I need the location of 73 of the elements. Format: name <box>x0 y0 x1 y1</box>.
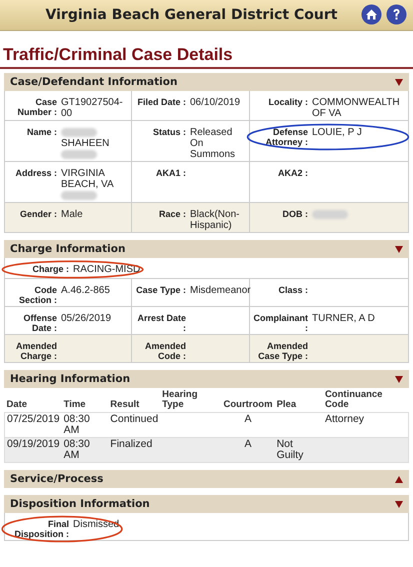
field-label: Final Disposition : <box>14 519 69 539</box>
field-label: Locality : <box>267 97 308 109</box>
field-label: Defense Attorney : <box>264 127 308 147</box>
table-cell: A <box>244 438 252 450</box>
redaction-mark <box>61 150 97 159</box>
field-label: Amended Code : <box>144 341 186 361</box>
field-value: Misdemeanor <box>190 285 251 296</box>
section-header[interactable]: Case/Defendant Information <box>4 73 409 91</box>
field-value: RACING-MISD <box>73 264 140 275</box>
section-header[interactable]: Service/Process <box>4 470 409 488</box>
field-label: Code Section : <box>18 285 57 305</box>
column-header: Continuance Code <box>322 388 408 412</box>
section-title: Service/Process <box>10 473 104 485</box>
table-cell: Finalized <box>110 438 152 450</box>
section-title: Disposition Information <box>10 498 150 510</box>
field-label: AKA1 : <box>154 168 186 178</box>
section-header[interactable]: Hearing Information <box>4 370 409 388</box>
field-label: Filed Date : <box>136 97 186 108</box>
field-value: Male <box>61 209 83 220</box>
redaction-mark <box>312 210 348 219</box>
court-title: Virginia Beach General District Court <box>46 7 338 23</box>
field-label: Offense Date : <box>22 313 57 333</box>
section-title: Case/Defendant Information <box>10 76 178 88</box>
field-value: LOUIE, P J <box>312 127 362 138</box>
table-cell: 09/19/2019 <box>7 438 60 450</box>
redaction-mark <box>61 128 97 137</box>
help-icon[interactable] <box>386 4 407 25</box>
field-label: Charge : <box>31 264 69 275</box>
field-value: VIRGINIA BEACH, VA <box>61 168 115 190</box>
field-label: Race : <box>158 209 186 221</box>
field-label: Name : <box>26 127 57 139</box>
home-icon[interactable] <box>361 4 382 25</box>
section-header[interactable]: Charge Information <box>4 240 409 258</box>
field-label: DOB : <box>282 209 308 220</box>
field-value: TURNER, A D <box>312 313 375 324</box>
field-value: Dismissed <box>73 519 120 530</box>
field-label: Complainant : <box>252 313 308 333</box>
collapse-arrow-icon[interactable] <box>395 500 403 508</box>
field-value: Black(Non-Hispanic) <box>190 209 240 231</box>
column-header: Hearing Type <box>160 388 222 412</box>
section-title: Charge Information <box>10 243 126 255</box>
field-value: A.46.2-865 <box>61 285 110 296</box>
field-label: Arrest Date : <box>136 313 186 333</box>
section-title: Hearing Information <box>10 373 130 385</box>
field-value: SHAHEEN <box>61 138 110 149</box>
table-cell: A <box>244 413 252 425</box>
table-cell: 08:30 AM <box>64 438 90 461</box>
field-value: GT19027504-00 <box>61 97 124 119</box>
table-cell: Not Guilty <box>276 438 304 461</box>
redaction-mark <box>61 191 97 200</box>
expand-arrow-icon[interactable] <box>395 476 403 482</box>
collapse-arrow-icon[interactable] <box>395 78 403 86</box>
field-label: Address : <box>14 168 57 180</box>
table-cell: 07/25/2019 <box>7 413 60 425</box>
field-value: Released On Summons <box>190 127 236 160</box>
field-label: AKA2 : <box>276 168 308 178</box>
collapse-arrow-icon[interactable] <box>395 246 403 252</box>
field-label: Class : <box>277 285 308 295</box>
field-label: Amended Charge : <box>14 341 57 361</box>
section-header[interactable]: Disposition Information <box>4 495 409 513</box>
field-label: Amended Case Type : <box>257 341 308 361</box>
field-value: 05/26/2019 <box>61 313 112 324</box>
page-title: Traffic/Criminal Case Details <box>0 45 413 69</box>
field-label: Status : <box>152 127 186 139</box>
field-value: 06/10/2019 <box>190 97 240 108</box>
field-label: Case Type : <box>135 285 186 296</box>
table-cell: 08:30 AM <box>64 413 90 436</box>
field-label: Gender : <box>18 209 57 220</box>
field-value: COMMONWEALTH OF VA <box>312 97 401 119</box>
collapse-arrow-icon[interactable] <box>395 376 403 382</box>
table-cell: Attorney <box>324 413 364 425</box>
table-cell: Continued <box>110 413 158 425</box>
field-label: Case Number : <box>16 97 57 119</box>
